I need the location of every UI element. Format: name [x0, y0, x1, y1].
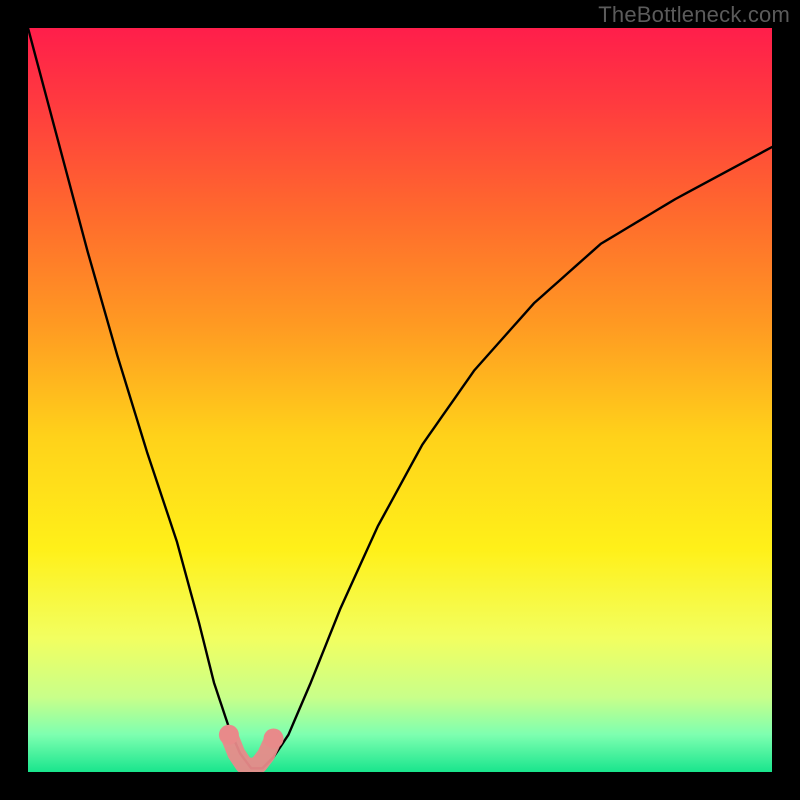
- watermark-text: TheBottleneck.com: [598, 2, 790, 28]
- plot-area: [28, 28, 772, 772]
- curve-layer: [28, 28, 772, 772]
- bottleneck-curve: [28, 28, 772, 768]
- marker-dot: [219, 725, 239, 745]
- marker-dot: [264, 729, 284, 749]
- chart-frame: TheBottleneck.com: [0, 0, 800, 800]
